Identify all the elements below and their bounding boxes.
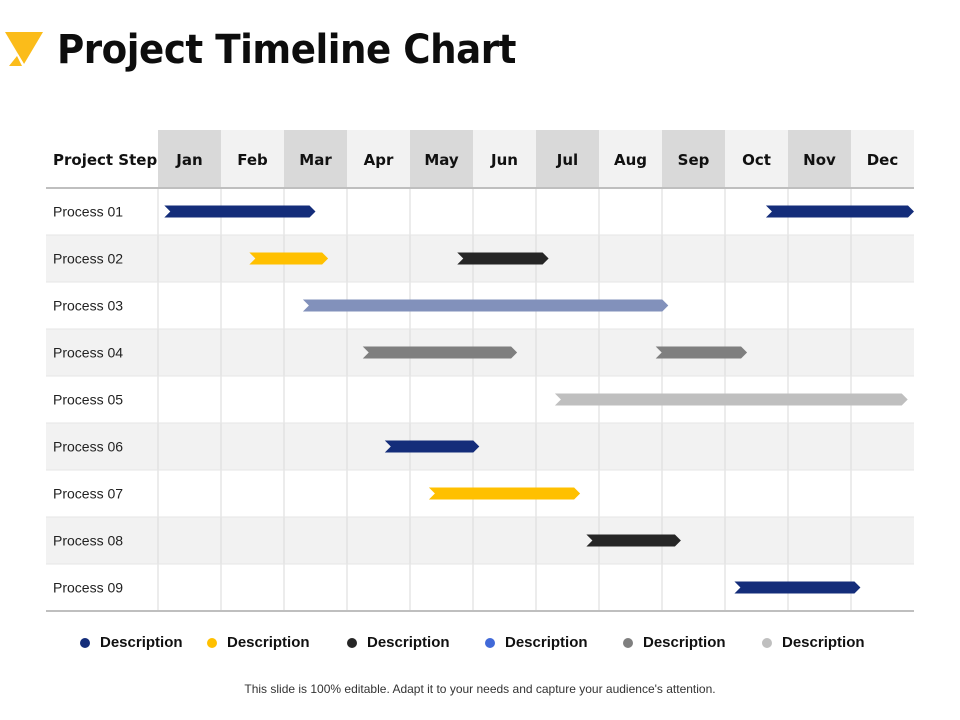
gantt-bar [734, 581, 861, 594]
task-label: Process 08 [53, 533, 123, 549]
month-label-sep: Sep [678, 151, 710, 169]
month-label-may: May [424, 151, 459, 169]
month-label-nov: Nov [803, 151, 836, 169]
legend-dot-icon [207, 637, 217, 648]
legend-label: Description [643, 634, 726, 651]
legend-dot-icon [762, 637, 772, 648]
legend-item: Description [80, 634, 183, 651]
month-label-apr: Apr [364, 151, 394, 169]
legend-label: Description [367, 634, 450, 651]
row-band [46, 423, 914, 470]
legend-label: Description [227, 634, 310, 651]
task-label: Process 04 [53, 345, 123, 361]
gantt-bar [655, 346, 748, 359]
gantt-bar [302, 299, 669, 312]
task-label: Process 01 [53, 204, 123, 220]
legend-label: Description [100, 634, 183, 651]
row-band [46, 517, 914, 564]
month-label-aug: Aug [614, 151, 647, 169]
gantt-bar [249, 252, 329, 265]
task-label: Process 06 [53, 439, 123, 455]
task-label: Process 09 [53, 580, 123, 596]
legend-label: Description [505, 634, 588, 651]
month-label-jun: Jun [490, 151, 518, 169]
legend-dot-icon [347, 637, 357, 648]
gantt-bar [457, 252, 549, 265]
month-label-jul: Jul [556, 151, 578, 169]
gantt-bar [164, 205, 316, 218]
legend-item: Description [623, 634, 726, 651]
chart-legend: Description Description Description Descrip… [0, 634, 960, 654]
legend-item: Description [207, 634, 310, 651]
legend-dot-icon [485, 637, 495, 648]
gantt-bar [384, 440, 480, 453]
task-label: Process 02 [53, 251, 123, 267]
month-label-mar: Mar [299, 151, 332, 169]
gantt-bar [554, 393, 908, 406]
gantt-bar [428, 487, 581, 500]
legend-dot-icon [80, 637, 90, 648]
task-label: Process 03 [53, 298, 123, 314]
month-label-oct: Oct [742, 151, 771, 169]
month-label-dec: Dec [867, 151, 899, 169]
gantt-bar [586, 534, 681, 547]
task-label: Process 05 [53, 392, 123, 408]
row-header-label: Project Step [53, 151, 157, 169]
legend-dot-icon [623, 637, 633, 648]
gantt-bar [362, 346, 518, 359]
gantt-chart: Jan Feb Mar Apr May Jun Jul Aug Sep Oct Nov Dec Proj… [46, 130, 914, 612]
task-label: Process 07 [53, 486, 123, 502]
legend-label: Description [782, 634, 865, 651]
month-label-jan: Jan [175, 151, 202, 169]
gantt-bar [765, 205, 914, 218]
legend-item: Description [347, 634, 450, 651]
month-label-feb: Feb [237, 151, 268, 169]
footer-note: This slide is 100% editable. Adapt it to… [244, 682, 716, 696]
legend-item: Description [485, 634, 588, 651]
legend-item: Description [762, 634, 865, 651]
